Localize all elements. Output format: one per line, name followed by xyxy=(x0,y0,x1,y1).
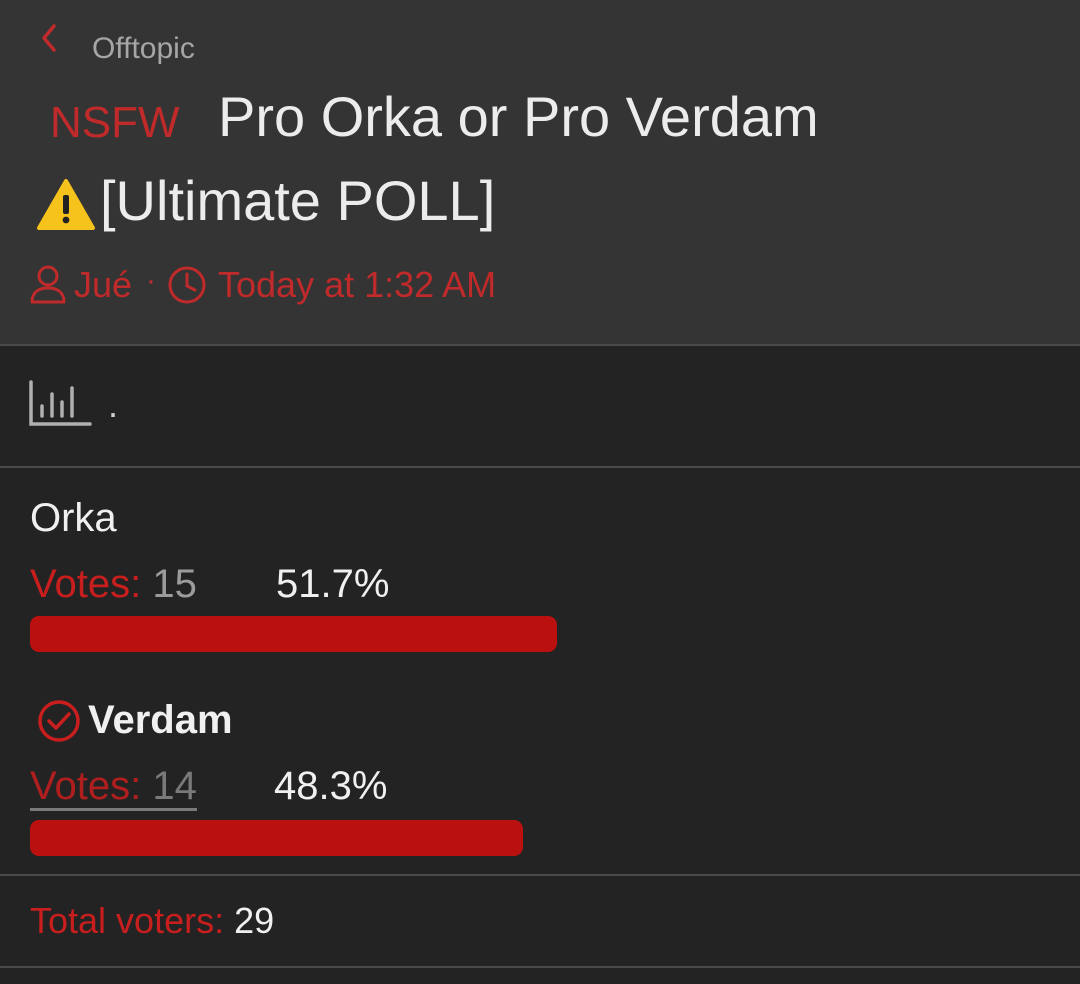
poll-total-voters: Total voters: 29 xyxy=(30,900,274,942)
check-circle-icon xyxy=(36,698,82,744)
divider xyxy=(0,344,1080,346)
poll-option-votes: Votes: 15 xyxy=(30,562,197,607)
votes-label: Votes: xyxy=(30,562,142,606)
divider xyxy=(0,874,1080,876)
poll-chart-icon xyxy=(28,380,92,428)
poll-bar-fill xyxy=(30,616,558,652)
poll-option-percent: 48.3% xyxy=(274,764,388,808)
poll-bar-fill xyxy=(30,820,523,856)
breadcrumb-forum[interactable]: Offtopic xyxy=(92,32,195,66)
poll-option-bar xyxy=(30,820,1050,856)
poll-voters-link[interactable]: Votes: 14 xyxy=(30,764,197,811)
meta-separator: · xyxy=(146,264,156,297)
votes-label[interactable]: Votes: xyxy=(30,764,141,808)
total-voters-count: 29 xyxy=(234,900,275,941)
thread-title: Pro Orka or Pro Verdam xyxy=(218,85,819,148)
divider xyxy=(0,466,1080,468)
votes-count: 15 xyxy=(152,562,197,606)
poll-option-label: Orka xyxy=(30,496,117,540)
poll-option-percent: 51.7% xyxy=(276,562,390,606)
votes-count[interactable]: 14 xyxy=(152,764,197,808)
thread-title-suffix: [Ultimate POLL] xyxy=(100,169,496,232)
divider xyxy=(0,966,1080,968)
thread-screen: Offtopic NSFW Pro Orka or Pro Verdam [Ul… xyxy=(0,0,1080,984)
thread-meta: Jué · Today at 1:32 AM xyxy=(28,262,648,308)
post-timestamp[interactable]: Today at 1:32 AM xyxy=(218,264,496,306)
warning-icon xyxy=(36,178,96,232)
poll-header: . xyxy=(28,380,148,434)
total-voters-label: Total voters: xyxy=(30,900,225,941)
poll-question: . xyxy=(108,384,119,425)
user-icon xyxy=(28,264,68,306)
thread-header: Offtopic NSFW Pro Orka or Pro Verdam [Ul… xyxy=(0,0,1080,344)
poll-option-bar xyxy=(30,616,1050,652)
chevron-left-icon[interactable] xyxy=(36,22,64,54)
clock-icon xyxy=(166,264,208,306)
back-button[interactable]: Offtopic xyxy=(36,18,236,65)
author-link[interactable]: Jué xyxy=(74,264,132,306)
poll-option-label: Verdam xyxy=(88,698,233,742)
thread-prefix-badge[interactable]: NSFW xyxy=(50,98,180,148)
